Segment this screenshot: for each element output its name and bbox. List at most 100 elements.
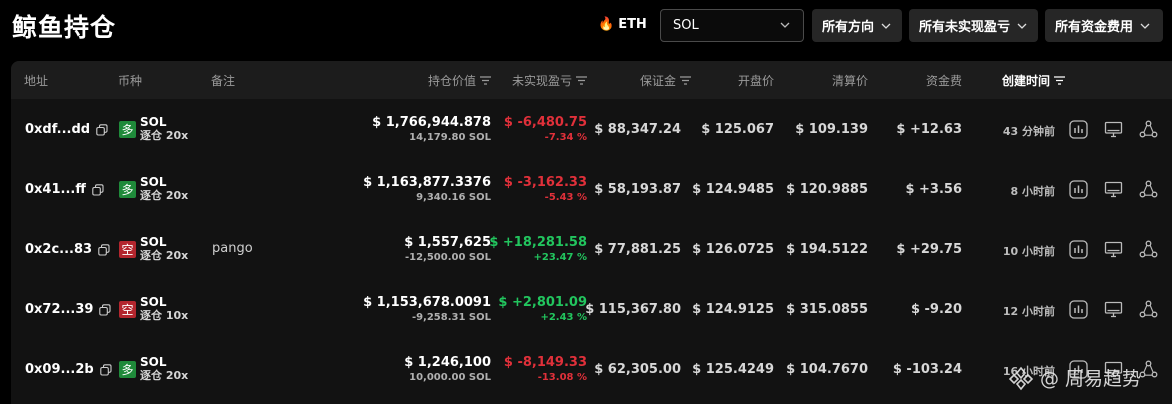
row-actions — [1069, 300, 1158, 319]
pnl-value: $ +2,801.09 — [498, 295, 587, 310]
side-badge: 多 — [119, 121, 136, 138]
eth-label: ETH — [618, 16, 647, 32]
address-text[interactable]: 0x41...ff — [25, 182, 86, 197]
address-text[interactable]: 0x2c...83 — [25, 242, 92, 257]
sort-icon — [576, 76, 587, 85]
open-price-cell: $ 125.4249 — [692, 362, 774, 377]
copy-icon[interactable] — [98, 243, 110, 256]
margin-mode: 逐仓 20x — [140, 369, 189, 382]
address-text[interactable]: 0x72...39 — [25, 302, 93, 317]
address-cell[interactable]: 0x72...39 — [25, 302, 111, 317]
pnl-value: $ +18,281.58 — [489, 235, 587, 250]
margin-mode: 逐仓 20x — [140, 189, 189, 202]
monitor-icon[interactable] — [1104, 300, 1123, 319]
created-time-cell: 12 小时前 — [1002, 305, 1055, 318]
pnl-cell: $ -6,480.75 -7.34 % — [504, 115, 587, 145]
margin-mode: 逐仓 20x — [140, 129, 189, 142]
position-value-cell: $ 1,153,678.0091 -9,258.31 SOL — [363, 295, 491, 325]
position-value-cell: $ 1,766,944.878 14,179.80 SOL — [372, 115, 491, 145]
side-badge: 多 — [119, 361, 136, 378]
position-value: $ 1,557,625 — [404, 235, 491, 250]
pnl-value: $ -6,480.75 — [503, 115, 587, 130]
coin-symbol: SOL — [140, 235, 167, 249]
margin-cell: $ 88,347.24 — [594, 122, 681, 137]
coin-symbol: SOL — [140, 175, 167, 189]
funding-cell: $ +12.63 — [896, 122, 962, 137]
table-row[interactable]: 0x2c...83 空 SOL 逐仓 20x pango $ 1,557,625… — [11, 221, 1172, 281]
address-text[interactable]: 0xdf...dd — [25, 122, 90, 137]
col-position-value[interactable]: 持仓价值 — [428, 72, 491, 89]
address-cell[interactable]: 0x41...ff — [25, 182, 104, 197]
funding-select[interactable]: 所有资金费用 — [1045, 9, 1163, 42]
open-price-cell: $ 124.9485 — [692, 182, 774, 197]
share-icon[interactable] — [1139, 180, 1158, 199]
pnl-percent: +23.47 % — [533, 252, 587, 263]
position-value: $ 1,153,678.0091 — [363, 295, 491, 310]
monitor-icon[interactable] — [1104, 120, 1123, 139]
coin-symbol: SOL — [140, 295, 167, 309]
direction-select[interactable]: 所有方向 — [812, 9, 902, 42]
page-title: 鲸鱼持仓 — [12, 13, 117, 42]
row-actions — [1069, 180, 1158, 199]
col-unrealized-pnl[interactable]: 未实现盈亏 — [512, 72, 587, 89]
position-value-cell: $ 1,246,100 10,000.00 SOL — [404, 355, 491, 385]
address-cell[interactable]: 0x09...2b — [25, 362, 112, 377]
share-icon[interactable] — [1139, 360, 1158, 379]
chart-icon[interactable] — [1069, 180, 1088, 199]
chevron-down-icon — [880, 20, 892, 32]
coin-symbol: SOL — [140, 355, 167, 369]
symbol-select[interactable]: SOL — [660, 9, 804, 42]
pnl-cell: $ +2,801.09 +2.43 % — [498, 295, 587, 325]
coin-cell: SOL 逐仓 10x — [140, 295, 188, 323]
liq-price-cell: $ 109.139 — [795, 122, 868, 137]
open-price-cell: $ 124.9125 — [692, 302, 774, 317]
table-row[interactable]: 0x72...39 空 SOL 逐仓 10x $ 1,153,678.0091 … — [11, 281, 1172, 341]
share-icon[interactable] — [1139, 300, 1158, 319]
chart-icon[interactable] — [1069, 240, 1088, 259]
col-created[interactable]: 创建时间 — [1002, 72, 1065, 89]
pnl-percent: +2.43 % — [540, 312, 587, 323]
share-icon[interactable] — [1139, 120, 1158, 139]
col-created-label: 创建时间 — [1001, 74, 1050, 88]
chevron-down-icon — [1139, 20, 1151, 32]
liq-price-cell: $ 104.7670 — [786, 362, 868, 377]
liq-price-cell: $ 194.5122 — [786, 242, 868, 257]
coin-symbol: SOL — [140, 115, 167, 129]
position-size: 14,179.80 SOL — [409, 132, 491, 143]
sort-icon — [1054, 76, 1065, 85]
position-value-cell: $ 1,163,877.3376 9,340.16 SOL — [363, 175, 491, 205]
table-row[interactable]: 0x41...ff 多 SOL 逐仓 20x $ 1,163,877.3376 … — [11, 161, 1172, 221]
copy-icon[interactable] — [92, 183, 104, 196]
share-icon[interactable] — [1139, 240, 1158, 259]
pnl-cell: $ -3,162.33 -5.43 % — [504, 175, 587, 205]
pnl-cell: $ -8,149.33 -13.08 % — [504, 355, 587, 385]
sort-icon — [680, 76, 691, 85]
pnl-select-value: 所有未实现盈亏 — [919, 20, 1011, 35]
col-unrealized-pnl-label: 未实现盈亏 — [511, 74, 572, 88]
margin-cell: $ 62,305.00 — [594, 362, 681, 377]
pnl-percent: -13.08 % — [537, 372, 587, 383]
table-row[interactable]: 0xdf...dd 多 SOL 逐仓 20x $ 1,766,944.878 1… — [11, 101, 1172, 161]
col-margin[interactable]: 保证金 — [640, 72, 691, 89]
coin-cell: SOL 逐仓 20x — [140, 115, 188, 143]
position-value: $ 1,246,100 — [404, 355, 491, 370]
address-cell[interactable]: 0x2c...83 — [25, 242, 110, 257]
copy-icon[interactable] — [99, 303, 111, 316]
address-cell[interactable]: 0xdf...dd — [25, 122, 108, 137]
row-actions — [1069, 240, 1158, 259]
copy-icon[interactable] — [99, 363, 112, 376]
pnl-value: $ -3,162.33 — [503, 175, 587, 190]
margin-mode: 逐仓 20x — [140, 249, 189, 262]
funding-cell: $ +3.56 — [905, 182, 962, 197]
eth-hot-tag[interactable]: 🔥 ETH — [598, 14, 647, 34]
row-actions — [1069, 120, 1158, 139]
table-row[interactable]: 0x09...2b 多 SOL 逐仓 20x $ 1,246,100 10,00… — [11, 341, 1172, 401]
pnl-select[interactable]: 所有未实现盈亏 — [909, 9, 1038, 42]
monitor-icon[interactable] — [1104, 240, 1123, 259]
coin-cell: SOL 逐仓 20x — [140, 355, 188, 383]
address-text[interactable]: 0x09...2b — [25, 362, 94, 377]
chart-icon[interactable] — [1069, 120, 1088, 139]
copy-icon[interactable] — [96, 123, 108, 136]
monitor-icon[interactable] — [1104, 180, 1123, 199]
chart-icon[interactable] — [1069, 300, 1088, 319]
